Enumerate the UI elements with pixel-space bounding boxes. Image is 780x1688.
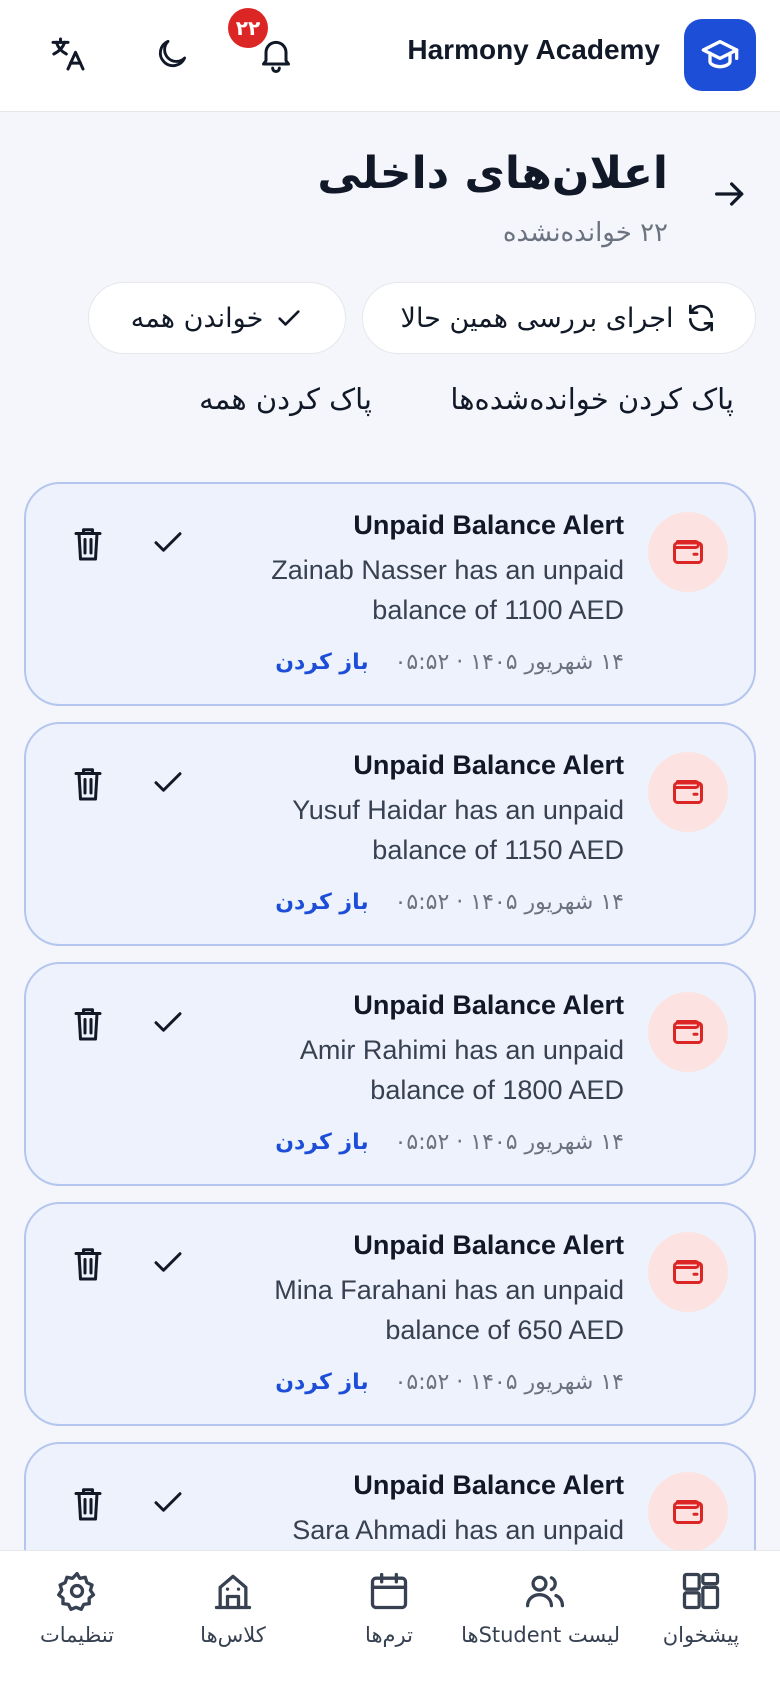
trash-icon	[74, 1248, 102, 1281]
page-title: اعلان‌های داخلی	[317, 148, 668, 199]
theme-toggle-button[interactable]	[148, 30, 196, 78]
notification-title: Unpaid Balance Alert	[353, 510, 624, 540]
users-icon	[525, 1575, 565, 1608]
wallet-icon	[673, 1020, 703, 1044]
notification-message: Yusuf Haidar has an unpaid balance of 11…	[292, 795, 624, 865]
wallet-icon	[673, 540, 703, 564]
dashboard-icon	[682, 1572, 720, 1610]
check-icon	[154, 772, 182, 792]
mark-read-button[interactable]	[150, 1484, 190, 1524]
open-link[interactable]: باز کردن	[275, 1130, 368, 1155]
delete-button[interactable]	[70, 1244, 110, 1288]
translate-icon	[51, 37, 85, 71]
read-all-label: خواندن همه	[130, 302, 264, 334]
nav-item-dashboard[interactable]: پیشخوان	[626, 1569, 776, 1647]
alert-icon-badge	[648, 752, 728, 832]
back-button[interactable]	[710, 174, 750, 214]
check-icon	[154, 1012, 182, 1032]
nav-label: ترم‌ها	[365, 1623, 413, 1647]
notification-title: Unpaid Balance Alert	[353, 1230, 624, 1260]
clear-read-button[interactable]: پاک کردن خوانده‌شده‌ها	[450, 382, 734, 416]
alert-icon-badge	[648, 992, 728, 1072]
open-link[interactable]: باز کردن	[275, 650, 368, 675]
trash-icon	[74, 1008, 102, 1041]
gear-icon	[57, 1571, 96, 1611]
delete-button[interactable]	[70, 524, 110, 568]
read-all-button[interactable]: خواندن همه	[88, 282, 346, 354]
run-check-label: اجرای بررسی همین حالا	[400, 302, 674, 334]
mark-read-button[interactable]	[150, 764, 190, 804]
top-bar: Harmony Academy ۲۲	[0, 0, 780, 112]
delete-button[interactable]	[70, 1484, 110, 1528]
notification-time: ۱۴ شهریور ۱۴۰۵ · ۰۵:۵۲	[394, 650, 624, 675]
trash-icon	[74, 768, 102, 801]
notification-card[interactable]: Unpaid Balance Alert Zainab Nasser has a…	[24, 482, 756, 706]
alert-icon-badge	[648, 512, 728, 592]
mark-read-button[interactable]	[150, 524, 190, 564]
refresh-icon	[689, 304, 714, 332]
notification-message: Amir Rahimi has an unpaid balance of 180…	[299, 1035, 624, 1105]
language-button[interactable]	[44, 30, 92, 78]
notification-title: Unpaid Balance Alert	[353, 990, 624, 1020]
notification-time: ۱۴ شهریور ۱۴۰۵ · ۰۵:۵۲	[394, 890, 624, 915]
notification-count-badge: ۲۲	[228, 8, 268, 48]
delete-button[interactable]	[70, 764, 110, 808]
notification-list: Unpaid Balance Alert Zainab Nasser has a…	[24, 482, 756, 1682]
notification-message: Zainab Nasser has an unpaid balance of 1…	[271, 555, 624, 625]
brand-logo[interactable]	[684, 19, 756, 91]
check-icon	[154, 1492, 182, 1512]
run-check-button[interactable]: اجرای بررسی همین حالا	[362, 282, 756, 354]
moon-icon	[158, 39, 187, 68]
nav-item-classes[interactable]: کلاس‌ها	[158, 1569, 308, 1647]
notification-time: ۱۴ شهریور ۱۴۰۵ · ۰۵:۵۲	[394, 1130, 624, 1155]
clear-all-button[interactable]: پاک کردن همه	[199, 382, 372, 416]
nav-item-settings[interactable]: تنظیمات	[2, 1569, 152, 1647]
check-icon	[278, 310, 300, 326]
wallet-icon	[673, 1500, 703, 1524]
notification-message: Mina Farahani has an unpaid balance of 6…	[274, 1275, 624, 1345]
notification-meta: ۱۴ شهریور ۱۴۰۵ · ۰۵:۵۲ باز کردن	[275, 1130, 624, 1155]
unread-count: ۲۲ خوانده‌نشده	[502, 218, 668, 248]
nav-label: پیشخوان	[662, 1623, 740, 1647]
bottom-nav: پیشخوان لیست Studentها ترم‌ها کلاس‌ها تن…	[0, 1550, 780, 1688]
wallet-icon	[673, 1260, 703, 1284]
notification-meta: ۱۴ شهریور ۱۴۰۵ · ۰۵:۵۲ باز کردن	[275, 1370, 624, 1395]
arrow-right-icon	[715, 182, 744, 206]
notification-time: ۱۴ شهریور ۱۴۰۵ · ۰۵:۵۲	[394, 1370, 624, 1395]
building-icon	[214, 1574, 252, 1610]
notification-message: Sara Ahmadi has an unpaid	[292, 1515, 624, 1545]
nav-label: کلاس‌ها	[200, 1623, 266, 1647]
check-icon	[154, 1252, 182, 1272]
open-link[interactable]: باز کردن	[275, 890, 368, 915]
alert-icon-badge	[648, 1232, 728, 1312]
delete-button[interactable]	[70, 1004, 110, 1048]
open-link[interactable]: باز کردن	[275, 1370, 368, 1395]
notification-meta: ۱۴ شهریور ۱۴۰۵ · ۰۵:۵۲ باز کردن	[275, 650, 624, 675]
trash-icon	[74, 1488, 102, 1521]
nav-item-students[interactable]: لیست Studentها	[461, 1569, 620, 1647]
check-icon	[154, 532, 182, 552]
wallet-icon	[673, 780, 703, 804]
nav-item-terms[interactable]: ترم‌ها	[314, 1569, 464, 1647]
nav-label: لیست Studentها	[461, 1623, 620, 1647]
notification-title: Unpaid Balance Alert	[353, 1470, 624, 1500]
notification-title: Unpaid Balance Alert	[353, 750, 624, 780]
mark-read-button[interactable]	[150, 1244, 190, 1284]
notification-card[interactable]: Unpaid Balance Alert Yusuf Haidar has an…	[24, 722, 756, 946]
nav-label: تنظیمات	[39, 1623, 115, 1647]
alert-icon-badge	[648, 1472, 728, 1552]
mark-read-button[interactable]	[150, 1004, 190, 1044]
brand-name: Harmony Academy	[407, 34, 660, 65]
notification-card[interactable]: Unpaid Balance Alert Amir Rahimi has an …	[24, 962, 756, 1186]
calendar-icon	[370, 1572, 408, 1610]
trash-icon	[74, 528, 102, 561]
notification-card[interactable]: Unpaid Balance Alert Mina Farahani has a…	[24, 1202, 756, 1426]
graduation-cap-icon	[701, 40, 739, 69]
notification-meta: ۱۴ شهریور ۱۴۰۵ · ۰۵:۵۲ باز کردن	[275, 890, 624, 915]
